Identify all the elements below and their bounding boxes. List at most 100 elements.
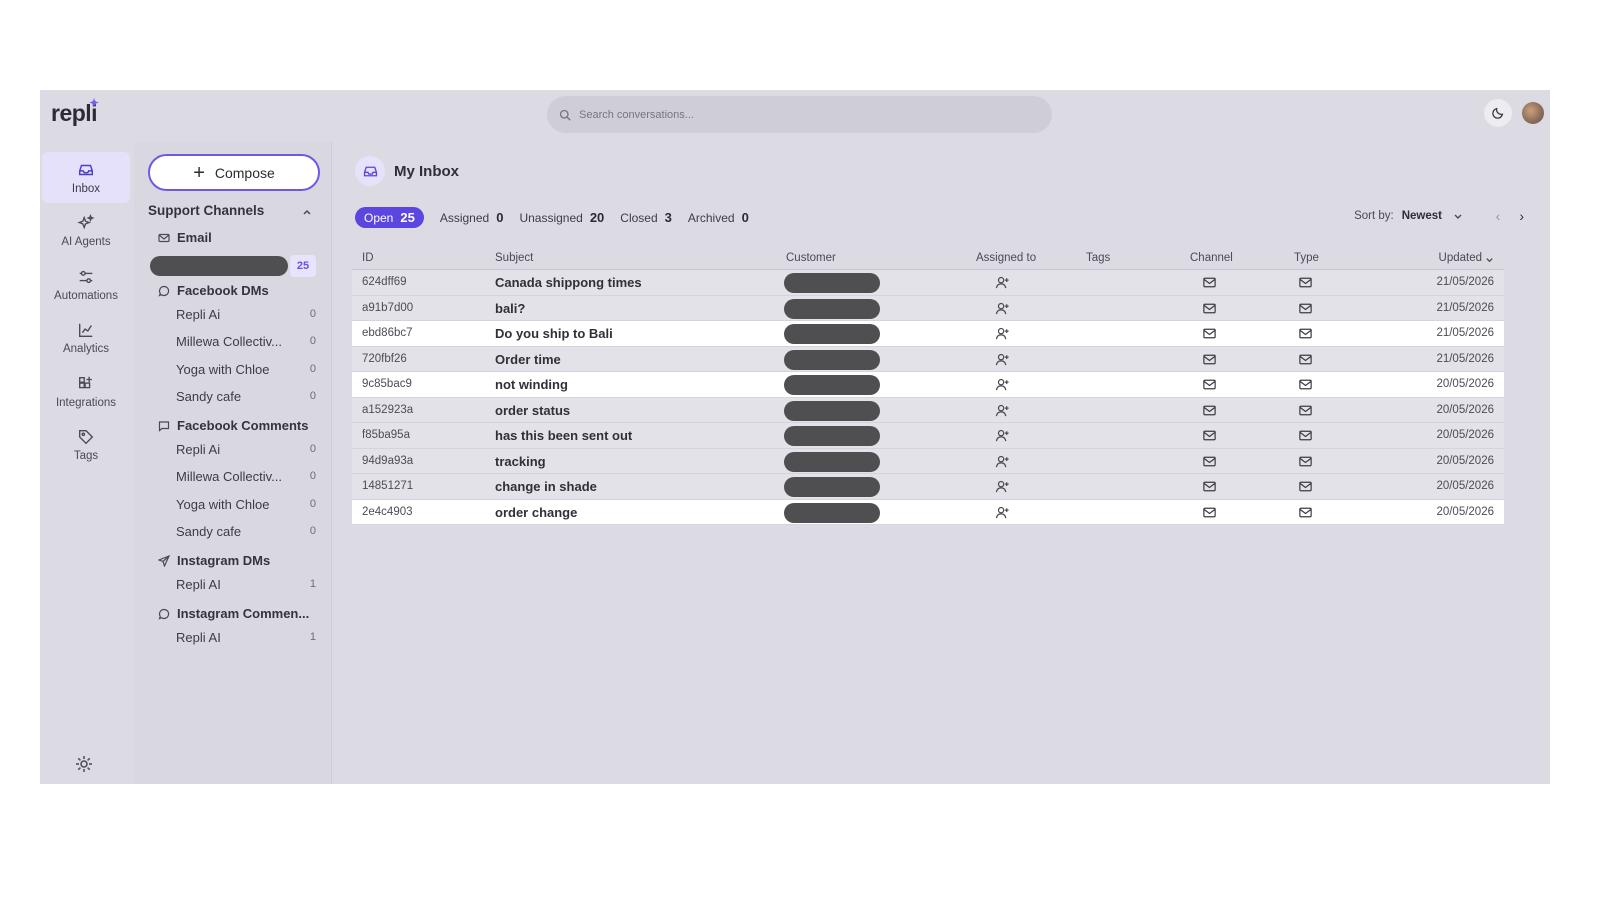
table-row[interactable]: 9c85bac9 not winding 20/05/2026: [352, 372, 1504, 398]
redacted-customer: [784, 477, 880, 497]
channel-item[interactable]: Repli AI 1: [176, 630, 316, 645]
assign-user-icon[interactable]: [995, 428, 1010, 443]
column-updated[interactable]: Updated: [1439, 252, 1482, 264]
assign-user-icon[interactable]: [995, 377, 1010, 392]
column-channel[interactable]: Channel: [1190, 252, 1233, 264]
channel-count: 0: [309, 335, 316, 347]
column-tags[interactable]: Tags: [1086, 252, 1110, 264]
instagram-comments-group[interactable]: Instagram Commen...: [158, 606, 309, 621]
table-row[interactable]: 14851271 change in shade 20/05/2026: [352, 474, 1504, 500]
channel-item[interactable]: Repli Ai 0: [176, 442, 316, 457]
table-row[interactable]: f85ba95a has this been sent out 20/05/2026: [352, 423, 1504, 449]
filter-closed[interactable]: Closed 3: [620, 210, 672, 225]
gear-icon[interactable]: [74, 754, 94, 774]
sort-label: Sort by:: [1354, 210, 1394, 222]
nav-tags[interactable]: Tags: [42, 419, 130, 470]
next-page-icon[interactable]: ›: [1519, 208, 1524, 224]
nav-inbox[interactable]: Inbox: [42, 152, 130, 203]
sparkle-icon: ✦: [89, 96, 99, 110]
column-id[interactable]: ID: [362, 252, 374, 264]
mail-icon: [1202, 479, 1217, 494]
conversation-subject: has this been sent out: [495, 428, 633, 443]
nav-label: Integrations: [55, 396, 117, 409]
table-row[interactable]: a152923a order status 20/05/2026: [352, 397, 1504, 423]
updated-date: 20/05/2026: [1436, 429, 1494, 441]
column-type[interactable]: Type: [1294, 252, 1319, 264]
filter-unassigned[interactable]: Unassigned 20: [519, 210, 604, 225]
assign-user-icon[interactable]: [995, 326, 1010, 341]
table-row[interactable]: 720fbf26 Order time 21/05/2026: [352, 346, 1504, 372]
mail-icon: [1202, 403, 1217, 418]
mail-icon: [1298, 454, 1313, 469]
assign-user-icon[interactable]: [995, 275, 1010, 290]
nav-automations[interactable]: Automations: [42, 259, 130, 310]
support-channels-title: Support Channels: [148, 203, 265, 218]
channel-item[interactable]: Repli AI 1: [176, 577, 316, 592]
facebook-dms-title: Facebook DMs: [177, 283, 269, 298]
sort-dropdown[interactable]: Sort by: Newest: [1354, 210, 1463, 222]
assign-user-icon[interactable]: [995, 352, 1010, 367]
compose-button[interactable]: + Compose: [148, 154, 320, 191]
instagram-dms-group[interactable]: Instagram DMs: [158, 553, 270, 568]
dark-mode-toggle[interactable]: [1484, 99, 1512, 127]
assign-user-icon[interactable]: [995, 479, 1010, 494]
facebook-comments-group[interactable]: Facebook Comments: [158, 418, 308, 433]
filter-label: Closed: [620, 210, 658, 225]
nav-integrations[interactable]: Integrations: [42, 366, 130, 417]
table-row[interactable]: ebd86bc7 Do you ship to Bali 21/05/2026: [352, 321, 1504, 347]
nav-analytics[interactable]: Analytics: [42, 312, 130, 363]
email-inbox-item[interactable]: 25: [150, 255, 316, 277]
prev-page-icon[interactable]: ‹: [1496, 208, 1501, 224]
filter-open[interactable]: Open 25: [355, 207, 424, 228]
column-customer[interactable]: Customer: [786, 252, 836, 264]
nav-label: Tags: [73, 449, 99, 462]
channel-name: Repli AI: [176, 630, 221, 645]
channel-count: 1: [309, 631, 316, 643]
search-bar[interactable]: Search conversations...: [547, 96, 1052, 133]
mail-icon: [1298, 352, 1313, 367]
table-row[interactable]: 2e4c4903 order change 20/05/2026: [352, 499, 1504, 525]
updated-date: 21/05/2026: [1436, 352, 1494, 365]
message-circle-icon: [158, 608, 170, 620]
table-row[interactable]: 94d9a93a tracking 20/05/2026: [352, 448, 1504, 474]
nav-ai-agents[interactable]: AI Agents: [42, 205, 130, 256]
filter-archived[interactable]: Archived 0: [688, 210, 749, 225]
channels-panel: + Compose Support Channels Email 25 Face…: [134, 142, 332, 784]
conversations-table: ID Subject Customer Assigned to Tags Cha…: [352, 246, 1504, 525]
conversation-id: 14851271: [362, 480, 414, 492]
conversation-subject: tracking: [495, 453, 546, 469]
channel-item[interactable]: Yoga with Chloe 0: [176, 362, 316, 377]
redacted-customer: [784, 349, 880, 370]
inbox-icon: [78, 164, 94, 175]
conversation-subject: Order time: [495, 351, 561, 367]
chevron-up-icon[interactable]: [301, 206, 313, 218]
filter-assigned[interactable]: Assigned 0: [440, 210, 504, 225]
conversation-id: a152923a: [362, 403, 414, 416]
search-icon: [559, 109, 571, 121]
assign-user-icon[interactable]: [995, 454, 1010, 469]
assign-user-icon[interactable]: [995, 403, 1010, 418]
redacted-customer: [784, 400, 880, 421]
updated-date: 21/05/2026: [1436, 276, 1494, 288]
repli-logo[interactable]: repli ✦: [51, 96, 99, 127]
table-header: ID Subject Customer Assigned to Tags Cha…: [352, 246, 1504, 270]
table-row[interactable]: a91b7d00 bali? 21/05/2026: [352, 295, 1504, 321]
email-group[interactable]: Email: [158, 230, 212, 245]
channel-item[interactable]: Yoga with Chloe 0: [176, 497, 316, 512]
column-subject[interactable]: Subject: [495, 252, 533, 264]
channel-item[interactable]: Sandy cafe 0: [176, 389, 316, 404]
column-assigned[interactable]: Assigned to: [976, 252, 1036, 264]
channel-item[interactable]: Millewa Collectiv... 0: [176, 469, 316, 484]
filter-label: Open: [364, 210, 394, 225]
facebook-dms-group[interactable]: Facebook DMs: [158, 283, 269, 298]
channel-item[interactable]: Sandy cafe 0: [176, 524, 316, 539]
assign-user-icon[interactable]: [995, 505, 1010, 520]
chevron-down-icon[interactable]: [1485, 255, 1494, 264]
mail-icon: [1202, 505, 1217, 520]
assign-user-icon[interactable]: [995, 301, 1010, 316]
channel-item[interactable]: Repli Ai 0: [176, 307, 316, 322]
user-avatar[interactable]: [1522, 102, 1544, 124]
channel-item[interactable]: Millewa Collectiv... 0: [176, 334, 316, 349]
channel-count: 0: [309, 498, 316, 510]
table-row[interactable]: 624dff69 Canada shippong times 21/05/2026: [352, 270, 1504, 296]
